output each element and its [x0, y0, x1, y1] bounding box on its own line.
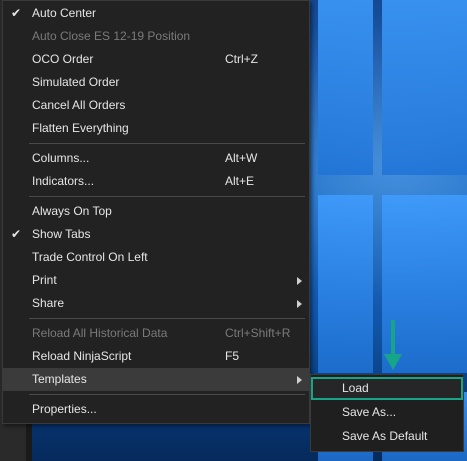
menu-separator	[29, 143, 305, 144]
check-icon: ✔	[11, 6, 22, 20]
menu-item-indicators[interactable]: Indicators... Alt+E	[3, 170, 309, 193]
chevron-right-icon	[297, 277, 302, 285]
submenu-item-save-as[interactable]: Save As...	[311, 401, 463, 424]
menu-item-cancel-all-orders[interactable]: Cancel All Orders	[3, 94, 309, 117]
menu-separator	[29, 394, 305, 395]
menu-item-flatten-everything[interactable]: Flatten Everything	[3, 117, 309, 140]
context-menu: ✔ Auto Center Auto Close ES 12-19 Positi…	[2, 0, 310, 424]
chevron-right-icon	[297, 376, 302, 384]
templates-submenu: Load Save As... Save As Default	[310, 374, 464, 452]
menu-item-properties[interactable]: Properties...	[3, 398, 309, 421]
menu-item-simulated-order[interactable]: Simulated Order	[3, 71, 309, 94]
menu-item-show-tabs[interactable]: ✔ Show Tabs	[3, 223, 309, 246]
menu-separator	[29, 318, 305, 319]
menu-item-print[interactable]: Print	[3, 269, 309, 292]
submenu-item-load[interactable]: Load	[311, 377, 463, 400]
submenu-item-save-as-default[interactable]: Save As Default	[311, 425, 463, 448]
menu-item-auto-center[interactable]: ✔ Auto Center	[3, 2, 309, 25]
menu-item-trade-control-on-left[interactable]: Trade Control On Left	[3, 246, 309, 269]
menu-item-reload-historical-data[interactable]: Reload All Historical Data Ctrl+Shift+R	[3, 322, 309, 345]
chevron-right-icon	[297, 300, 302, 308]
menu-separator	[29, 196, 305, 197]
check-icon: ✔	[11, 227, 22, 241]
menu-item-auto-close-position[interactable]: Auto Close ES 12-19 Position	[3, 25, 309, 48]
menu-item-oco-order[interactable]: OCO Order Ctrl+Z	[3, 48, 309, 71]
menu-item-share[interactable]: Share	[3, 292, 309, 315]
menu-item-reload-ninjascript[interactable]: Reload NinjaScript F5	[3, 345, 309, 368]
menu-item-columns[interactable]: Columns... Alt+W	[3, 147, 309, 170]
arrow-down-icon	[384, 320, 402, 370]
menu-item-always-on-top[interactable]: Always On Top	[3, 200, 309, 223]
menu-item-templates[interactable]: Templates	[3, 368, 309, 391]
